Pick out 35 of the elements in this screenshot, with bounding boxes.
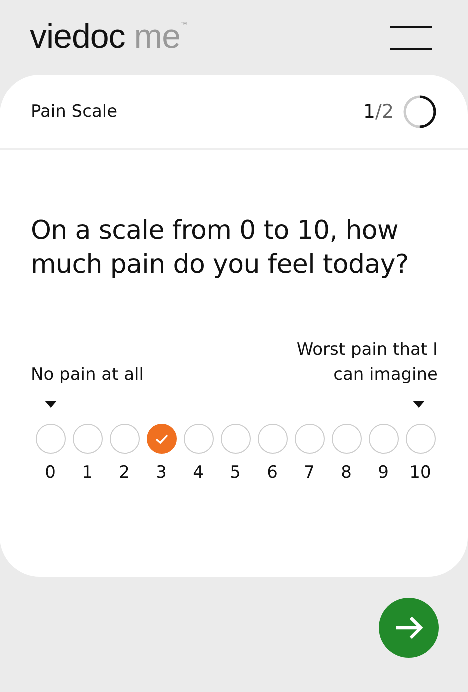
scale-number: 7 — [304, 463, 315, 483]
scale-radio[interactable] — [368, 424, 398, 454]
scale-radio[interactable] — [258, 424, 288, 454]
menu-button[interactable] — [390, 26, 432, 50]
scale-number: 5 — [230, 463, 241, 483]
scale-number: 10 — [410, 463, 432, 483]
form-title: Pain Scale — [31, 102, 118, 122]
scale-radio[interactable] — [72, 424, 102, 454]
scale-number: 9 — [378, 463, 389, 483]
scale-radio[interactable] — [332, 424, 362, 454]
scale-radio[interactable] — [294, 424, 324, 454]
scale-radio[interactable] — [184, 424, 214, 454]
down-triangle-icon — [413, 401, 425, 408]
min-label: No pain at all — [31, 364, 144, 387]
scale-number: 3 — [156, 463, 167, 483]
arrow-right-icon — [394, 616, 424, 640]
scale-number: 6 — [267, 463, 278, 483]
scale-radio[interactable] — [36, 424, 66, 454]
scale-number: 4 — [193, 463, 204, 483]
question-text: On a scale from 0 to 10, how much pain do you feel today? — [31, 215, 410, 282]
logo-product: me — [134, 18, 181, 57]
check-icon — [154, 434, 168, 444]
progress-ring — [402, 94, 438, 130]
down-triangle-icon — [45, 401, 57, 408]
scale-radio[interactable] — [220, 424, 250, 454]
page-counter: 1/2 — [363, 100, 394, 122]
scale-radio[interactable] — [406, 424, 436, 454]
scale-number: 1 — [82, 463, 93, 483]
logo-brand: viedoc — [30, 18, 126, 57]
scale-radio[interactable] — [146, 424, 176, 454]
scale-number: 8 — [341, 463, 352, 483]
scale-radio[interactable] — [110, 424, 140, 454]
scale-number: 2 — [119, 463, 130, 483]
scale-number: 0 — [45, 463, 56, 483]
max-label: Worst pain that I can imagine — [296, 339, 438, 387]
